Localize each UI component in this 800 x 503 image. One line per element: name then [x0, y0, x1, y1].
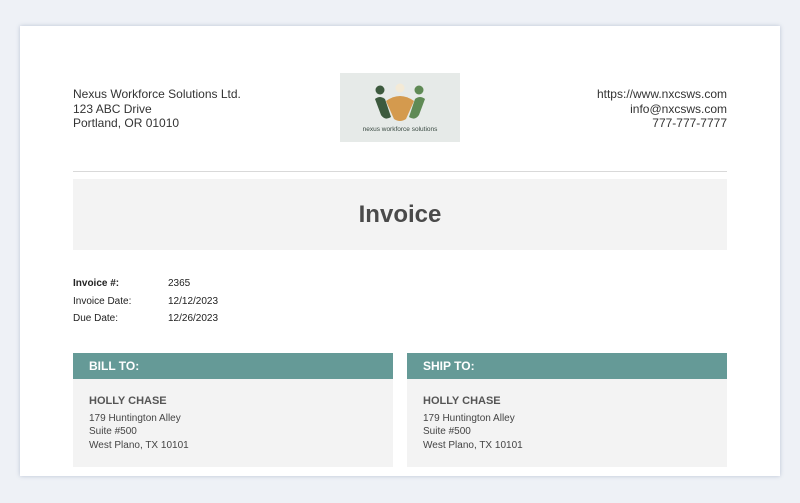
ship-to-line3: West Plano, TX 10101: [423, 439, 523, 451]
meta-label: Due Date:: [73, 313, 119, 324]
company-address-line1: 123 ABC Drive: [73, 101, 152, 116]
header-divider: [73, 171, 727, 172]
invoice-meta: Invoice #: 2365 Invoice Date: 12/12/2023…: [73, 278, 218, 331]
bill-to-line1: 179 Huntington Alley: [89, 412, 181, 424]
title-banner: Invoice: [73, 179, 727, 250]
company-block: Nexus Workforce Solutions Ltd. 123 ABC D…: [73, 87, 241, 131]
company-logo: nexus workforce solutions: [340, 73, 460, 142]
meta-label: Invoice Date:: [73, 295, 132, 307]
bill-to-body: HOLLY CHASE 179 Huntington Alley Suite #…: [73, 379, 393, 452]
meta-value: 12/26/2023: [168, 313, 219, 324]
bill-to-line3: West Plano, TX 10101: [89, 439, 189, 451]
ship-to-body: HOLLY CHASE 179 Huntington Alley Suite #…: [407, 379, 727, 452]
page-title: Invoice: [358, 201, 442, 228]
ship-to-line2: Suite #500: [423, 426, 471, 437]
contact-block: https://www.nxcsws.com info@nxcsws.com 7…: [597, 87, 727, 131]
company-address-line2: Portland, OR 01010: [73, 116, 180, 130]
meta-row-invoice-number: Invoice #: 2365: [73, 278, 218, 296]
bill-to-line2: Suite #500: [89, 426, 137, 437]
logo-text: nexus workforce solutions: [362, 126, 438, 133]
ship-to-heading: SHIP TO:: [407, 353, 727, 379]
email-link[interactable]: info@nxcsws.com: [597, 102, 727, 117]
phone-number: 777-777-7777: [652, 116, 727, 130]
website-link[interactable]: https://www.nxcsws.com: [597, 87, 727, 102]
meta-row-invoice-date: Invoice Date: 12/12/2023: [73, 296, 218, 314]
bill-to-name: HOLLY CHASE: [89, 395, 167, 407]
meta-value: 12/12/2023: [168, 295, 219, 307]
meta-label: Invoice #:: [73, 278, 120, 289]
meta-row-due-date: Due Date: 12/26/2023: [73, 313, 218, 331]
ship-to-name: HOLLY CHASE: [423, 395, 501, 407]
bill-to-card: BILL TO: HOLLY CHASE 179 Huntington Alle…: [73, 353, 393, 467]
ship-to-line1: 179 Huntington Alley: [423, 412, 515, 424]
logo-mark-icon: [375, 83, 425, 121]
company-name: Nexus Workforce Solutions Ltd.: [73, 87, 241, 101]
meta-value: 2365: [168, 278, 191, 289]
bill-to-heading: BILL TO:: [73, 353, 393, 379]
ship-to-card: SHIP TO: HOLLY CHASE 179 Huntington Alle…: [407, 353, 727, 467]
invoice-page: Nexus Workforce Solutions Ltd. 123 ABC D…: [20, 26, 780, 476]
